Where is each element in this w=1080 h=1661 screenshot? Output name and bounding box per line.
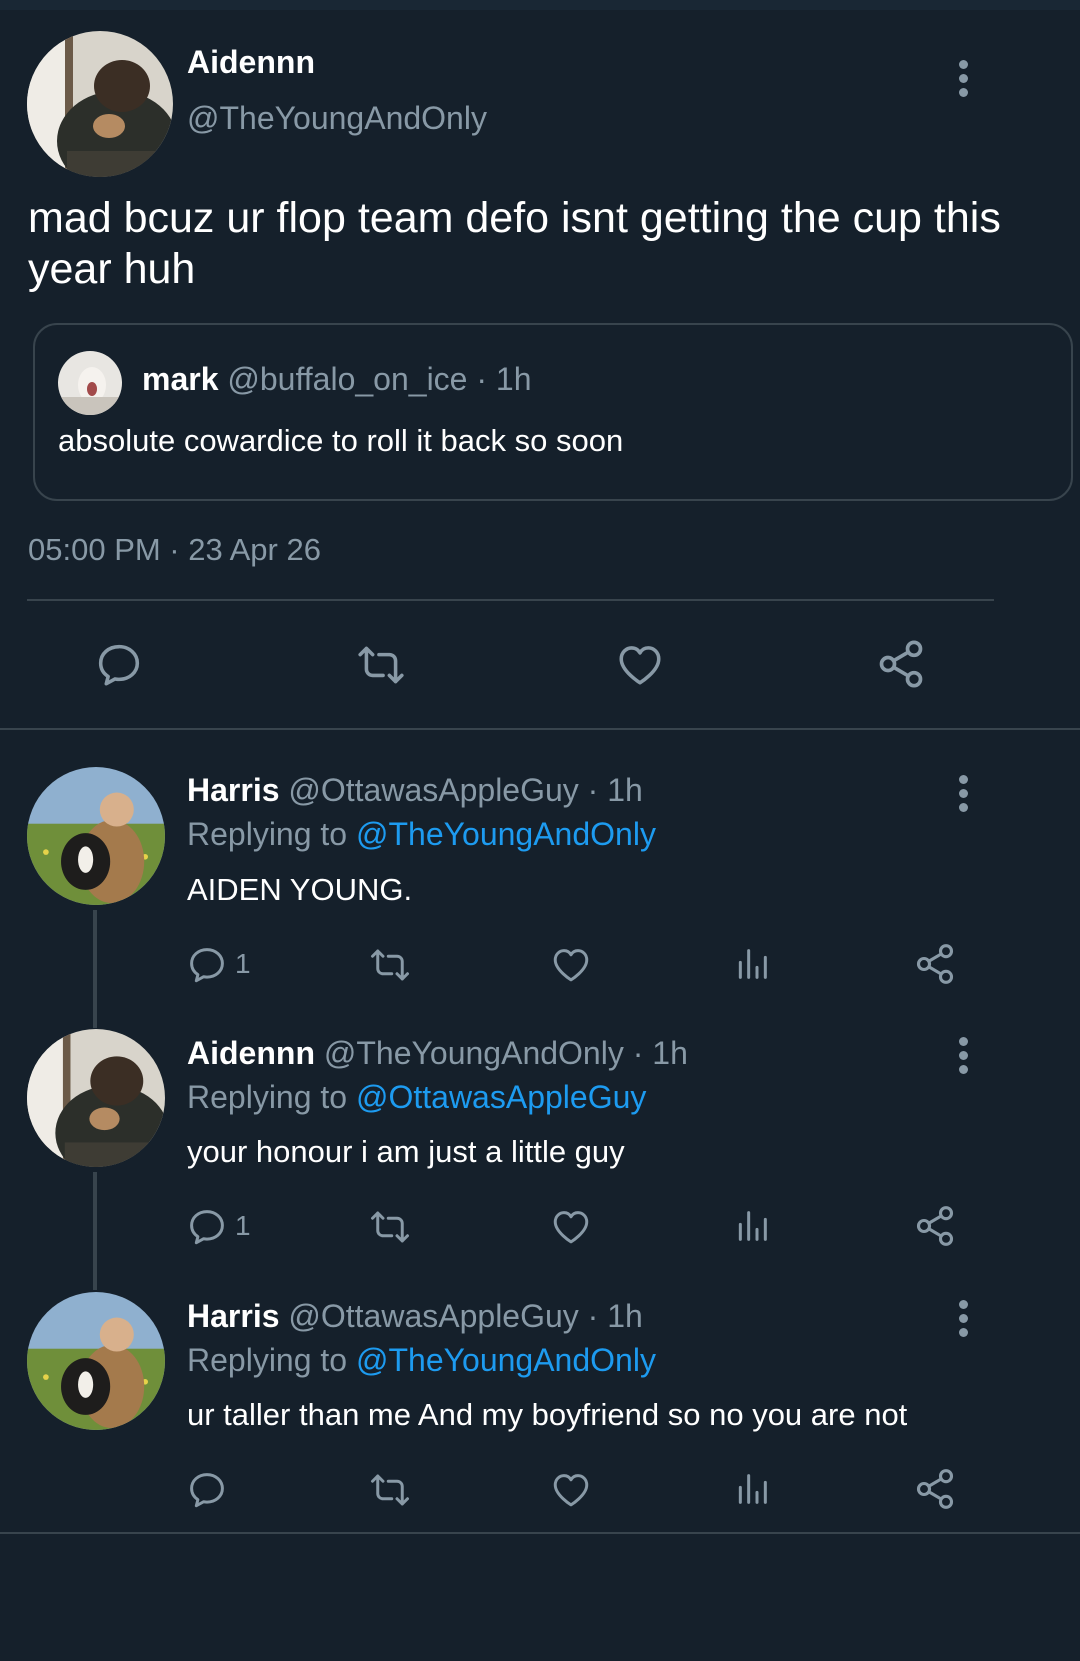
divider — [27, 599, 994, 601]
quoted-text: absolute cowardice to roll it back so so… — [58, 423, 624, 458]
retweet-icon[interactable] — [355, 640, 407, 690]
avatar-harris[interactable] — [27, 1292, 165, 1430]
stats-icon[interactable] — [732, 1206, 772, 1246]
like-icon[interactable] — [550, 1469, 592, 1511]
avatar-aidennn[interactable] — [27, 1029, 165, 1167]
like-icon[interactable] — [550, 944, 592, 986]
stats-icon[interactable] — [732, 1469, 772, 1509]
like-icon[interactable] — [614, 640, 666, 690]
retweet-icon[interactable] — [367, 1206, 413, 1248]
retweet-icon[interactable] — [367, 944, 413, 986]
reply-author-handle[interactable]: @OttawasAppleGuy — [288, 1298, 578, 1334]
tweet-timestamp: 05:00 PM · 23 Apr 26 — [28, 532, 321, 567]
tweet-text-line-1: mad bcuz ur flop team defo isnt getting … — [28, 194, 1001, 242]
more-options-icon[interactable] — [959, 60, 971, 102]
reply-icon[interactable] — [94, 640, 144, 690]
reply-time: · 1h — [587, 1298, 643, 1334]
tweet-text-line-2: year huh — [28, 245, 196, 293]
reply-author-name[interactable]: Harris — [187, 1298, 280, 1334]
more-options-icon[interactable] — [959, 1037, 971, 1079]
reply-author-handle[interactable]: @TheYoungAndOnly — [324, 1035, 624, 1071]
replying-to-link[interactable]: @OttawasAppleGuy — [356, 1079, 646, 1115]
reply-count: 1 — [235, 948, 251, 979]
reply-text: ur taller than me And my boyfriend so no… — [187, 1397, 908, 1432]
thread-line — [93, 910, 97, 1028]
reply-icon[interactable] — [186, 944, 228, 986]
retweet-icon[interactable] — [367, 1469, 413, 1511]
reply-author-name[interactable]: Aidennn — [187, 1035, 315, 1071]
reply-text: your honour i am just a little guy — [187, 1134, 625, 1169]
replying-to-label: Replying to — [187, 816, 348, 852]
quoted-author-handle[interactable]: @buffalo_on_ice — [227, 361, 467, 397]
quoted-author-name[interactable]: mark — [142, 361, 219, 397]
section-divider — [0, 728, 1080, 730]
replying-to-label: Replying to — [187, 1342, 348, 1378]
quoted-time: · 1h — [476, 361, 532, 397]
more-options-icon[interactable] — [959, 775, 971, 817]
reply-time: · 1h — [587, 772, 643, 808]
replying-to-link[interactable]: @TheYoungAndOnly — [356, 1342, 656, 1378]
avatar-aidennn[interactable] — [27, 31, 173, 177]
thread-line — [93, 1172, 97, 1290]
avatar-mark[interactable] — [58, 351, 122, 415]
reply-text: AIDEN YOUNG. — [187, 872, 413, 907]
author-handle[interactable]: @TheYoungAndOnly — [187, 100, 487, 137]
reply-icon[interactable] — [186, 1206, 228, 1248]
reply-count: 1 — [235, 1210, 251, 1241]
avatar-harris[interactable] — [27, 767, 165, 905]
replying-to-link[interactable]: @TheYoungAndOnly — [356, 816, 656, 852]
quoted-tweet-card[interactable]: mark @buffalo_on_ice · 1h absolute cowar… — [33, 323, 1073, 501]
author-name[interactable]: Aidennn — [187, 44, 315, 81]
share-icon[interactable] — [913, 1204, 957, 1248]
reply-icon[interactable] — [186, 1469, 228, 1511]
more-options-icon[interactable] — [959, 1300, 971, 1342]
like-icon[interactable] — [550, 1206, 592, 1248]
reply-time: · 1h — [632, 1035, 688, 1071]
top-bar — [0, 0, 1080, 10]
reply-author-handle[interactable]: @OttawasAppleGuy — [288, 772, 578, 808]
reply-author-name[interactable]: Harris — [187, 772, 280, 808]
bottom-divider — [0, 1532, 1080, 1534]
share-icon[interactable] — [913, 1467, 957, 1511]
replying-to-label: Replying to — [187, 1079, 348, 1115]
stats-icon[interactable] — [732, 944, 772, 984]
share-icon[interactable] — [913, 942, 957, 986]
share-icon[interactable] — [875, 638, 927, 690]
